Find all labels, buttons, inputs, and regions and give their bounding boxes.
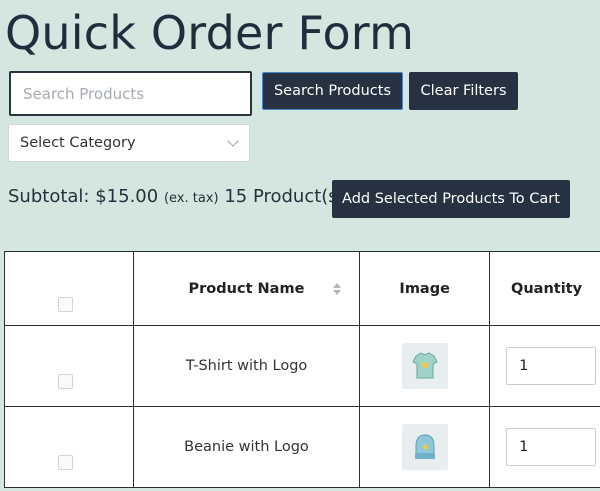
add-to-cart-button[interactable]: Add Selected Products To Cart	[332, 180, 570, 218]
subtotal-label: Subtotal:	[8, 186, 90, 207]
tax-note: (ex. tax)	[163, 191, 219, 206]
row-checkbox[interactable]	[58, 374, 73, 389]
table-header-row: Product Name Image Quantity	[4, 251, 600, 326]
product-name-header[interactable]: Product Name	[132, 251, 361, 326]
row-checkbox-cell	[4, 325, 134, 407]
sort-icon[interactable]	[332, 281, 342, 297]
clear-filters-button[interactable]: Clear Filters	[409, 72, 518, 110]
row-checkbox-cell	[4, 406, 134, 488]
search-products-button[interactable]: Search Products	[262, 72, 403, 110]
search-input[interactable]	[9, 71, 252, 116]
chevron-down-icon	[227, 135, 239, 147]
product-count: 15 Product(s)	[224, 186, 345, 207]
product-image-cell	[359, 325, 491, 407]
beanie-thumbnail[interactable]	[401, 424, 448, 470]
page-title: Quick Order Form	[5, 6, 415, 60]
select-all-header	[4, 251, 134, 326]
select-all-checkbox[interactable]	[58, 297, 73, 312]
subtotal-summary: Subtotal: $15.00 (ex. tax) 15 Product(s)	[8, 186, 345, 207]
product-name: Beanie with Logo	[132, 406, 361, 488]
products-table: Product Name Image Quantity T-Shirt with…	[4, 251, 600, 488]
tshirt-thumbnail[interactable]	[401, 343, 448, 389]
table-row: T-Shirt with Logo	[4, 325, 600, 407]
subtotal-value: $15.00	[95, 186, 159, 207]
product-name-header-label: Product Name	[188, 280, 305, 297]
quantity-input[interactable]	[506, 347, 597, 385]
product-image-cell	[359, 406, 491, 488]
category-select[interactable]: Select Category	[8, 124, 250, 162]
table-row: Beanie with Logo	[4, 406, 600, 488]
product-name: T-Shirt with Logo	[132, 325, 361, 407]
quantity-input[interactable]	[506, 428, 597, 466]
category-select-value: Select Category	[20, 135, 136, 151]
quantity-header: Quantity	[489, 251, 600, 326]
quantity-cell	[489, 325, 600, 407]
image-header: Image	[359, 251, 491, 326]
row-checkbox[interactable]	[58, 455, 73, 470]
quantity-cell	[489, 406, 600, 488]
